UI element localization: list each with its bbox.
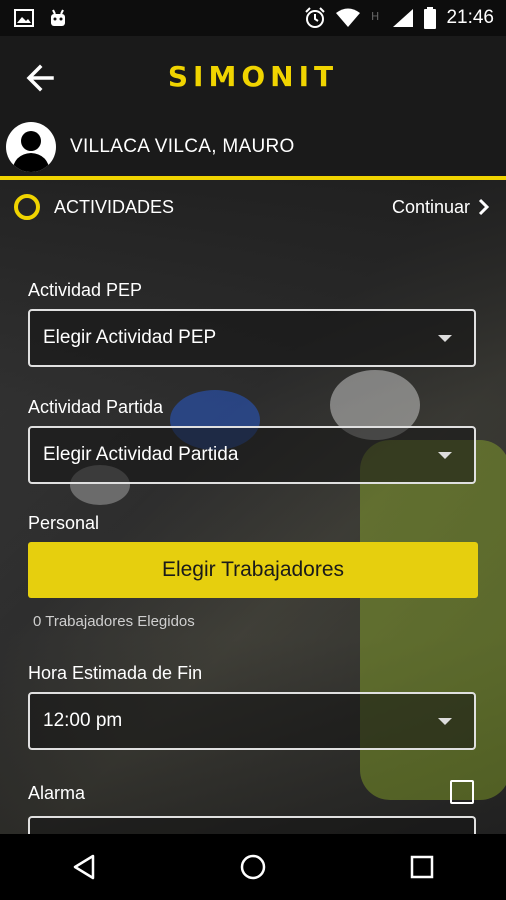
battery-icon: [424, 7, 437, 29]
logo-text: SIMONIT: [167, 60, 339, 93]
elegir-trabajadores-button[interactable]: Elegir Trabajadores: [28, 542, 478, 598]
actividad-partida-value: Elegir Actividad Partida: [43, 444, 239, 465]
main-content: ACTIVIDADES Continuar Actividad PEP Eleg…: [0, 180, 506, 834]
android-icon: [51, 9, 65, 26]
alarma-label: Alarma: [28, 783, 86, 803]
hora-label: Hora Estimada de Fin: [28, 663, 203, 683]
actividad-pep-value: Elegir Actividad PEP: [43, 327, 217, 348]
actividad-partida-label: Actividad Partida: [28, 397, 164, 417]
navigation-bar: [0, 834, 506, 900]
nav-recents-icon[interactable]: [409, 854, 435, 880]
step-ring-icon: [14, 194, 40, 220]
nav-home-icon[interactable]: [239, 853, 267, 881]
actividad-pep-select[interactable]: Elegir Actividad PEP: [28, 309, 476, 367]
chevron-right-icon: [478, 198, 490, 216]
user-bar: VILLACA VILCA, MAURO: [0, 118, 506, 176]
actividad-partida-select[interactable]: Elegir Actividad Partida: [28, 426, 476, 484]
section-title: ACTIVIDADES: [54, 196, 175, 217]
hora-select[interactable]: 12:00 pm: [28, 692, 476, 750]
hora-value: 12:00 pm: [43, 710, 123, 731]
alarm-icon: [305, 7, 326, 28]
h-signal-icon: H: [371, 10, 379, 23]
image-icon: [14, 9, 34, 27]
continue-label: Continuar: [391, 196, 470, 217]
app-logo: SIMONIT: [0, 60, 506, 93]
dropdown-arrow-icon: [438, 451, 452, 459]
section-header: ACTIVIDADES Continuar: [0, 180, 506, 234]
trabajadores-elegidos-count: 0 Trabajadores Elegidos: [33, 613, 195, 630]
elegir-trabajadores-label: Elegir Trabajadores: [161, 558, 345, 581]
wifi-icon: [336, 8, 361, 27]
personal-label: Personal: [28, 513, 100, 533]
continue-button[interactable]: Continuar: [392, 197, 490, 218]
actividad-pep-label: Actividad PEP: [28, 280, 143, 300]
user-name: VILLACA VILCA, MAURO: [70, 136, 295, 157]
avatar: [6, 122, 56, 172]
svg-text:H: H: [371, 10, 379, 23]
alarma-checkbox[interactable]: [450, 780, 474, 804]
nav-back-icon[interactable]: [71, 853, 97, 881]
signal-icon: [393, 9, 414, 27]
status-time: 21:46: [446, 7, 494, 28]
user-silhouette-icon: [12, 131, 50, 172]
status-bar: H 21:46: [0, 0, 506, 36]
dropdown-arrow-icon: [438, 334, 452, 342]
dropdown-arrow-icon: [438, 717, 452, 725]
next-field-partial[interactable]: [28, 816, 476, 834]
app-bar: SIMONIT: [0, 36, 506, 118]
